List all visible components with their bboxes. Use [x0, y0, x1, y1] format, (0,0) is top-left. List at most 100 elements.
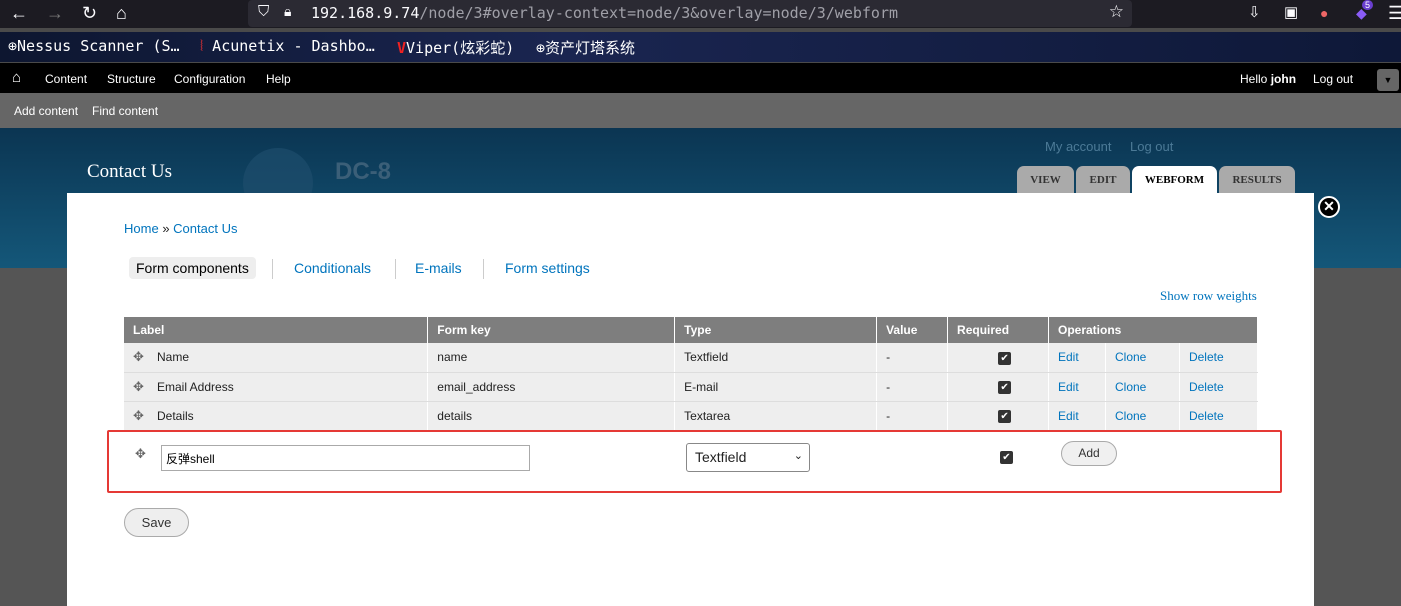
required-checkbox[interactable]: ✔ — [998, 381, 1012, 394]
row-form-key: details — [427, 401, 676, 431]
site-title[interactable]: Contact Us — [87, 161, 172, 183]
row-value: - — [876, 372, 949, 402]
home-icon[interactable]: ⌂ — [116, 3, 127, 23]
hello-text: Hello john — [1240, 72, 1297, 86]
edit-link[interactable]: Edit — [1058, 380, 1079, 394]
back-icon[interactable]: ← — [10, 3, 28, 23]
delete-link[interactable]: Delete — [1189, 350, 1224, 364]
subtab-emails[interactable]: E-mails — [408, 257, 469, 279]
clone-link[interactable]: Clone — [1115, 380, 1146, 394]
admin-menu-help[interactable]: Help — [266, 72, 291, 86]
save-button[interactable]: Save — [124, 508, 189, 537]
tab-edit[interactable]: EDIT — [1076, 166, 1130, 194]
row-value: - — [876, 401, 949, 431]
breadcrumb-current[interactable]: Contact Us — [173, 221, 237, 236]
shortcuts-toggle-icon[interactable]: ▼ — [1377, 69, 1399, 91]
row-label: Email Address — [157, 379, 234, 394]
logout-link[interactable]: Log out — [1130, 139, 1173, 154]
new-component-type-select[interactable]: Textfield ⌄ — [686, 443, 810, 472]
browser-toolbar: ← → ↻ ⌂ ⛉ 🔒︎ 192.168.9.74/node/3#overlay… — [0, 0, 1401, 28]
site-slogan: DC-8 — [335, 158, 392, 185]
shortcut-bar: Add content Find content — [0, 93, 1401, 128]
row-type: Textfield — [674, 343, 878, 373]
add-button[interactable]: Add — [1061, 441, 1117, 466]
admin-toolbar: ⌂ Content Structure Configuration Help H… — [0, 63, 1401, 93]
clone-link[interactable]: Clone — [1115, 409, 1146, 423]
delete-link[interactable]: Delete — [1189, 409, 1224, 423]
clone-link[interactable]: Clone — [1115, 350, 1146, 364]
drag-handle-icon[interactable]: ✥ — [135, 446, 151, 462]
row-type: Textarea — [674, 401, 878, 431]
edit-link[interactable]: Edit — [1058, 409, 1079, 423]
table-row: ✥ Email Address email_address E-mail - ✔ … — [124, 372, 1259, 402]
drag-handle-icon[interactable]: ✥ — [133, 349, 149, 365]
subtab-conditionals[interactable]: Conditionals — [287, 257, 378, 279]
close-icon[interactable]: ✕ — [1318, 196, 1340, 218]
column-header-value: Value — [876, 317, 949, 343]
extension-icon[interactable]: ● — [1320, 3, 1328, 23]
row-form-key: name — [427, 343, 676, 373]
tab-view[interactable]: VIEW — [1017, 166, 1074, 194]
admin-menu-content[interactable]: Content — [45, 72, 87, 86]
required-checkbox[interactable]: ✔ — [998, 351, 1012, 365]
row-label: Details — [157, 408, 194, 423]
admin-menu-structure[interactable]: Structure — [107, 72, 156, 86]
bookmark-asset[interactable]: ⊕资产灯塔系统 — [536, 37, 635, 58]
menu-icon[interactable]: ☰ — [1388, 3, 1401, 23]
lock-icon[interactable]: 🔒︎ — [284, 3, 291, 20]
admin-logout-link[interactable]: Log out — [1313, 72, 1353, 86]
table-header-row: Label Form key Type Value Required Opera… — [124, 317, 1258, 343]
username[interactable]: john — [1271, 72, 1296, 86]
shield-icon[interactable]: ⛉ — [258, 3, 269, 20]
row-type: E-mail — [674, 372, 878, 402]
show-row-weights-link[interactable]: Show row weights — [1160, 288, 1257, 304]
subtab-form-settings[interactable]: Form settings — [498, 257, 597, 279]
column-header-label: Label — [124, 317, 429, 343]
my-account-link[interactable]: My account — [1045, 139, 1111, 154]
reload-icon[interactable]: ↻ — [82, 3, 97, 23]
breadcrumb-home[interactable]: Home — [124, 221, 159, 236]
overlay-dialog: Home » Contact Us Form components Condit… — [67, 193, 1314, 606]
row-value: - — [876, 343, 949, 373]
drag-handle-icon[interactable]: ✥ — [133, 379, 149, 395]
shortcut-find-content[interactable]: Find content — [92, 104, 158, 118]
required-checkbox[interactable]: ✔ — [998, 410, 1012, 423]
bookmark-nessus[interactable]: ⊕Nessus Scanner (S… — [8, 37, 180, 55]
shortcut-add-content[interactable]: Add content — [14, 104, 78, 118]
new-component-row: ✥ Textfield ⌄ ✔ Add — [107, 430, 1282, 493]
subtab-divider — [483, 259, 484, 279]
column-header-type: Type — [674, 317, 878, 343]
delete-link[interactable]: Delete — [1189, 380, 1224, 394]
column-header-required: Required — [947, 317, 1049, 343]
edit-link[interactable]: Edit — [1058, 350, 1079, 364]
pocket-icon[interactable]: ⇩ — [1248, 3, 1261, 23]
column-header-operations: Operations — [1048, 317, 1258, 343]
drag-handle-icon[interactable]: ✥ — [133, 408, 149, 424]
bookmark-acunetix[interactable]: ⦚ Acunetix - Dashbo… — [200, 37, 375, 55]
chevron-down-icon: ⌄ — [793, 450, 803, 462]
tab-webform[interactable]: WEBFORM — [1132, 166, 1217, 194]
new-component-required-checkbox[interactable]: ✔ — [1000, 451, 1013, 464]
star-icon[interactable]: ☆ — [1109, 2, 1124, 22]
url-bar[interactable]: ⛉ 🔒︎ 192.168.9.74/node/3#overlay-context… — [248, 0, 1132, 27]
row-form-key: email_address — [427, 372, 676, 402]
admin-menu-configuration[interactable]: Configuration — [174, 72, 245, 86]
home-icon[interactable]: ⌂ — [12, 69, 21, 86]
tab-results[interactable]: RESULTS — [1219, 166, 1295, 194]
extension-badge: 5 — [1362, 0, 1374, 10]
select-value: Textfield — [695, 449, 747, 465]
table-row: ✥ Name name Textfield - ✔ Edit Clone Dele… — [124, 343, 1259, 373]
save-icon[interactable]: ▣ — [1284, 3, 1298, 23]
url-host: 192.168.9.74 — [311, 4, 420, 22]
bookmarks-bar: ⊕Nessus Scanner (S… ⦚ Acunetix - Dashbo…… — [0, 32, 1401, 62]
components-table: Label Form key Type Value Required Opera… — [124, 317, 1259, 431]
breadcrumb: Home » Contact Us — [124, 221, 237, 236]
table-row: ✥ Details details Textarea - ✔ Edit Clone… — [124, 401, 1259, 431]
subtab-divider — [272, 259, 273, 279]
subtab-form-components[interactable]: Form components — [129, 257, 256, 279]
breadcrumb-separator: » — [162, 221, 170, 236]
bookmark-viper[interactable]: VViper(炫彩蛇) — [397, 37, 514, 58]
forward-icon[interactable]: → — [46, 3, 64, 23]
subtab-divider — [395, 259, 396, 279]
new-component-label-input[interactable] — [161, 445, 530, 471]
